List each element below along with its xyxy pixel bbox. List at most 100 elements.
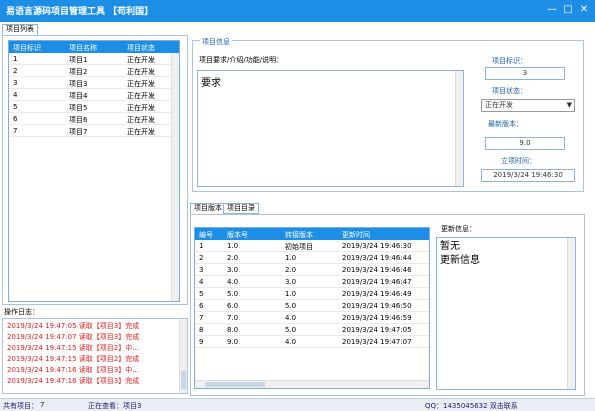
table-row[interactable]: 2 2.0 1.0 2019/3/24 19:46:44 [195,252,429,264]
log-scrollbar[interactable] [179,319,187,393]
log-entry: 2019/3/24 19:47:05 读取【项目3】完成 [7,322,140,330]
table-row[interactable]: 4 项目4 正在开发 [9,89,179,101]
table-row[interactable]: 3 项目3 正在开发 [9,77,179,89]
chevron-down-icon: ▼ [566,101,572,109]
table-cell: 正在开发 [127,104,155,112]
table-cell: 5 [13,103,18,111]
minimize-icon[interactable]: — [545,3,559,17]
table-cell: 4.0 [285,314,297,322]
project-id-label: 项目标识： [492,57,527,65]
table-row[interactable]: 6 6.0 5.0 2019/3/24 19:46:50 [195,300,429,312]
table-row[interactable]: 3 3.0 2.0 2019/3/24 19:46:46 [195,264,429,276]
update-info-text: 暂无 更新信息 [440,240,480,268]
table-row[interactable]: 5 5.0 1.0 2019/3/24 19:46:49 [195,288,429,300]
table-cell: 2019/3/24 19:46:46 [342,266,412,274]
table-cell: 4.0 [227,278,239,286]
table-cell: 7.0 [227,314,239,322]
total-projects-value: 7 [40,401,45,409]
update-info-textarea[interactable]: 暂无 更新信息 [436,237,576,390]
table-row[interactable]: 8 8.0 5.0 2019/3/24 19:47:05 [195,324,429,336]
table-cell: 项目7 [69,128,88,136]
close-icon[interactable]: ✕ [577,3,591,17]
table-cell: 8.0 [227,326,239,334]
column-header[interactable]: 项目状态 [127,43,155,53]
table-cell: 2 [13,67,18,75]
created-time-label: 立项时间： [501,157,536,165]
table-cell: 项目5 [69,104,88,112]
table-cell: 6 [199,302,204,310]
project-status-select[interactable]: 正在开发 ▼ [481,99,575,112]
versions-hscrollbar[interactable] [195,380,429,388]
log-scroll-thumb[interactable] [181,371,186,389]
latest-version-label: 最新版本： [488,120,523,128]
table-cell: 正在开发 [127,116,155,124]
project-info-label: 项目信息 [200,37,232,47]
table-cell: 项目3 [69,80,88,88]
title-bar: 易语言源码项目管理工具 【苟利国】 — □ ✕ [0,0,595,22]
update-info-line: 暂无 [440,241,460,252]
table-row[interactable]: 6 项目6 正在开发 [9,113,179,125]
table-cell: 5.0 [285,326,297,334]
table-row[interactable]: 4 4.0 3.0 2019/3/24 19:46:47 [195,276,429,288]
table-cell: 2019/3/24 19:47:07 [342,338,412,346]
table-cell: 9.0 [227,338,239,346]
table-row[interactable]: 2 项目2 正在开发 [9,65,179,77]
table-cell: 4 [13,91,18,99]
table-cell: 2 [199,254,204,262]
table-row[interactable]: 7 7.0 4.0 2019/3/24 19:46:59 [195,312,429,324]
tab-project-versions[interactable]: 项目版本 [190,203,226,214]
table-row[interactable]: 5 项目5 正在开发 [9,101,179,113]
table-cell: 5 [199,290,204,298]
table-row[interactable]: 9 9.0 4.0 2019/3/24 19:47:07 [195,336,429,348]
table-cell: 项目2 [69,68,88,76]
table-row[interactable]: 1 1.0 初始项目 2019/3/24 19:46:30 [195,240,429,252]
table-cell: 正在开发 [127,80,155,88]
versions-grid: 编号 版本号 转接版本 更新时间 1 1.0 初始项目 2019/3/24 19:46… [194,227,430,389]
table-cell: 正在开发 [127,128,155,136]
table-cell: 项目4 [69,92,88,100]
column-header[interactable]: 版本号 [227,230,248,240]
log-panel: 2019/3/24 19:47:05 读取【项目3】完成 2019/3/24 19… [2,318,188,394]
requirements-textarea[interactable]: 要求 [197,70,464,187]
table-cell: 正在开发 [127,56,155,64]
tab-project-list[interactable]: 项目列表 [2,24,38,35]
requirements-scrollbar[interactable] [455,71,463,186]
column-header[interactable]: 项目名称 [69,43,97,53]
table-cell: 1.0 [285,254,297,262]
table-cell: 7 [13,127,18,135]
table-cell: 2019/3/24 19:46:47 [342,278,412,286]
column-header[interactable]: 转接版本 [285,230,313,240]
column-header[interactable]: 更新时间 [342,230,370,240]
table-cell: 正在开发 [127,68,155,76]
table-cell: 3 [199,266,204,274]
project-id-field[interactable]: 3 [485,67,565,80]
table-cell: 2019/3/24 19:46:30 [342,242,412,250]
table-cell: 6 [13,115,18,123]
table-cell: 4 [199,278,204,286]
table-cell: 正在开发 [127,92,155,100]
created-time-field[interactable]: 2019/3/24 19:46:30 [481,169,575,182]
table-cell: 8 [199,326,204,334]
update-info-label: 更新信息： [441,225,476,233]
contact-link[interactable]: QQ：1435045632 双击联系 [425,401,518,411]
log-entry: 2019/3/24 19:47:16 读取【项目3】中... [7,366,139,374]
table-row[interactable]: 7 项目7 正在开发 [9,125,179,137]
tab-project-directory[interactable]: 项目目录 [223,203,259,214]
maximize-icon[interactable]: □ [561,3,575,17]
latest-version-field[interactable]: 9.0 [485,137,565,150]
table-row[interactable]: 1 项目1 正在开发 [9,53,179,65]
table-cell: 3.0 [227,266,239,274]
table-cell: 5.0 [285,302,297,310]
table-cell: 2.0 [227,254,239,262]
table-cell: 2019/3/24 19:46:59 [342,314,412,322]
column-header[interactable]: 编号 [199,230,213,240]
versions-hscroll-thumb[interactable] [205,382,265,387]
table-cell: 6.0 [227,302,239,310]
log-label: 操作日志： [4,308,39,316]
column-header[interactable]: 项目标识 [13,43,41,53]
requirements-text: 要求 [201,78,221,89]
update-info-scrollbar[interactable] [567,238,575,389]
table-cell: 9 [199,338,204,346]
log-entry: 2019/3/24 19:47:07 读取【项目3】完成 [7,333,140,341]
project-list-scrollbar[interactable] [171,53,179,301]
